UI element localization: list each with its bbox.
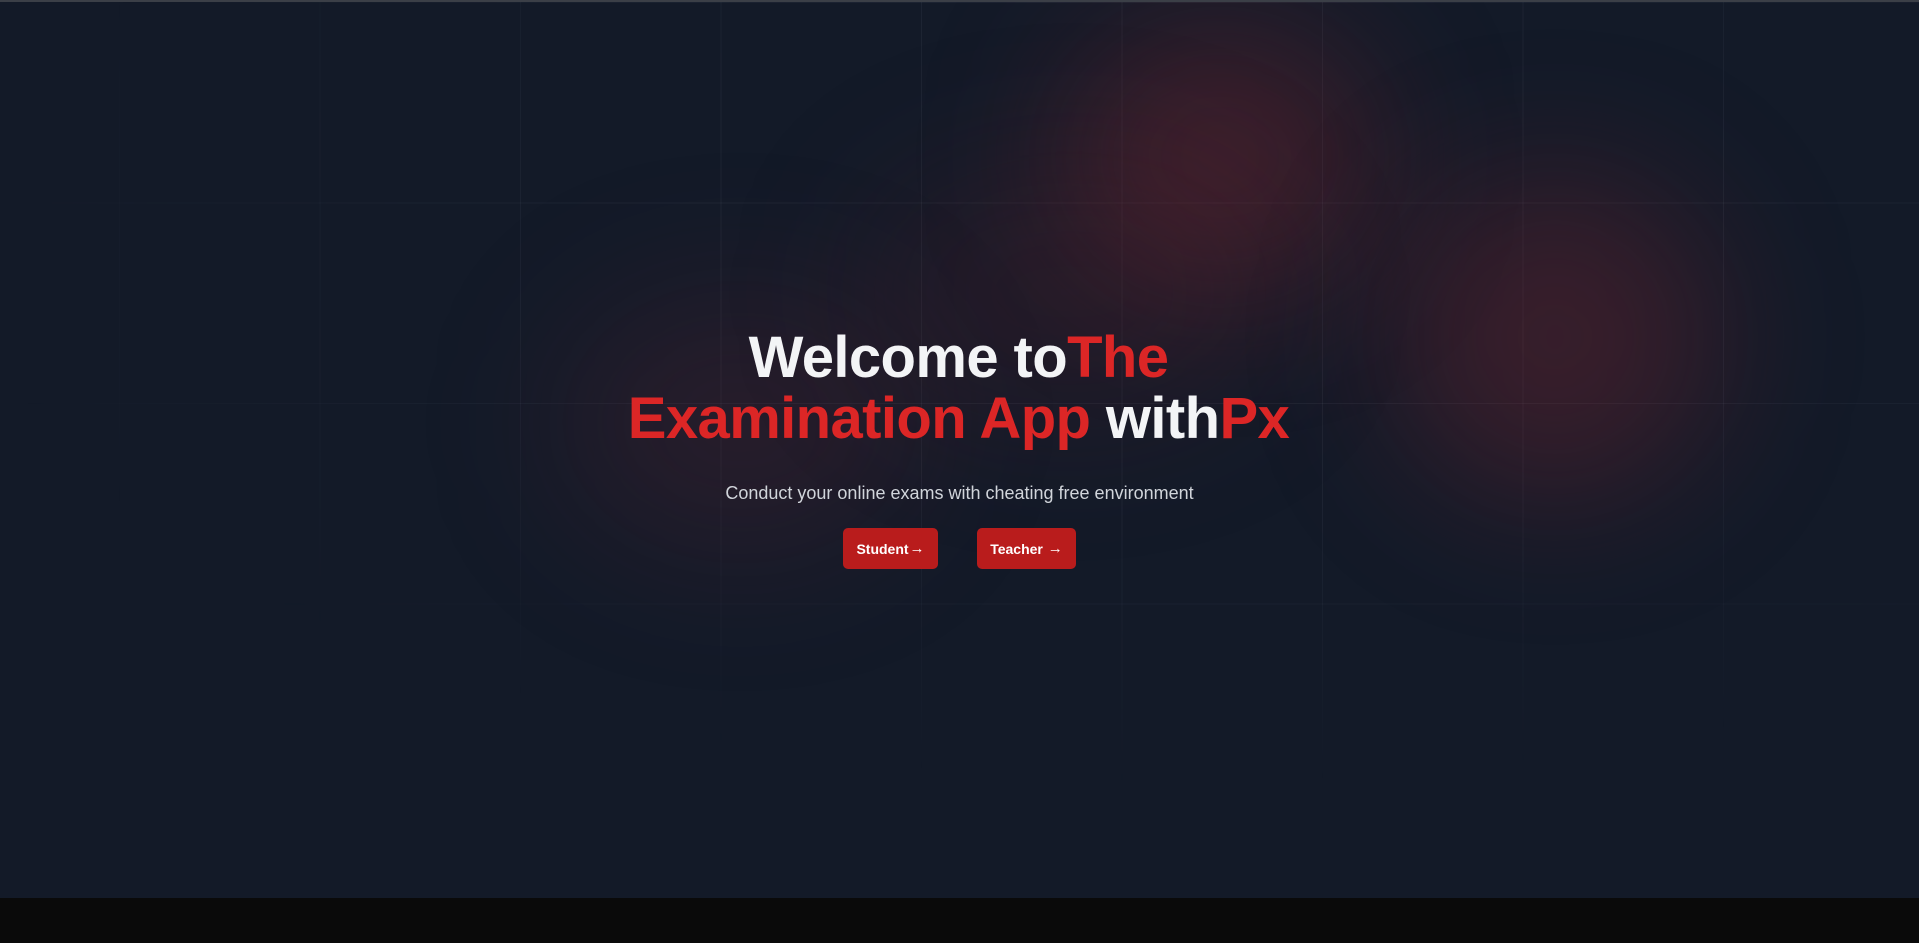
hero-title-welcome: Welcome to [748,325,1068,390]
arrow-right-icon: → [909,540,925,557]
teacher-button-label: Teacher [990,540,1047,557]
hero-subtitle: Conduct your online exams with cheating … [725,483,1194,503]
student-button-label: Student [856,540,909,557]
arrow-right-icon: → [1047,540,1063,557]
hero-title-app-name: Examination App [627,386,1091,451]
hero-title-line-1: Welcome toThe [0,327,1918,388]
footer-bar [0,898,1919,943]
hero-title-px: Px [1219,386,1290,451]
student-button[interactable]: Student → [843,528,938,569]
hero-title-with: with [1105,386,1220,451]
teacher-button[interactable]: Teacher → [977,528,1076,569]
hero-title: Welcome toThe Examination App withPx [0,327,1919,449]
hero-title-line-2: Examination App withPx [0,388,1918,449]
hero-title-the: The [1067,325,1169,390]
